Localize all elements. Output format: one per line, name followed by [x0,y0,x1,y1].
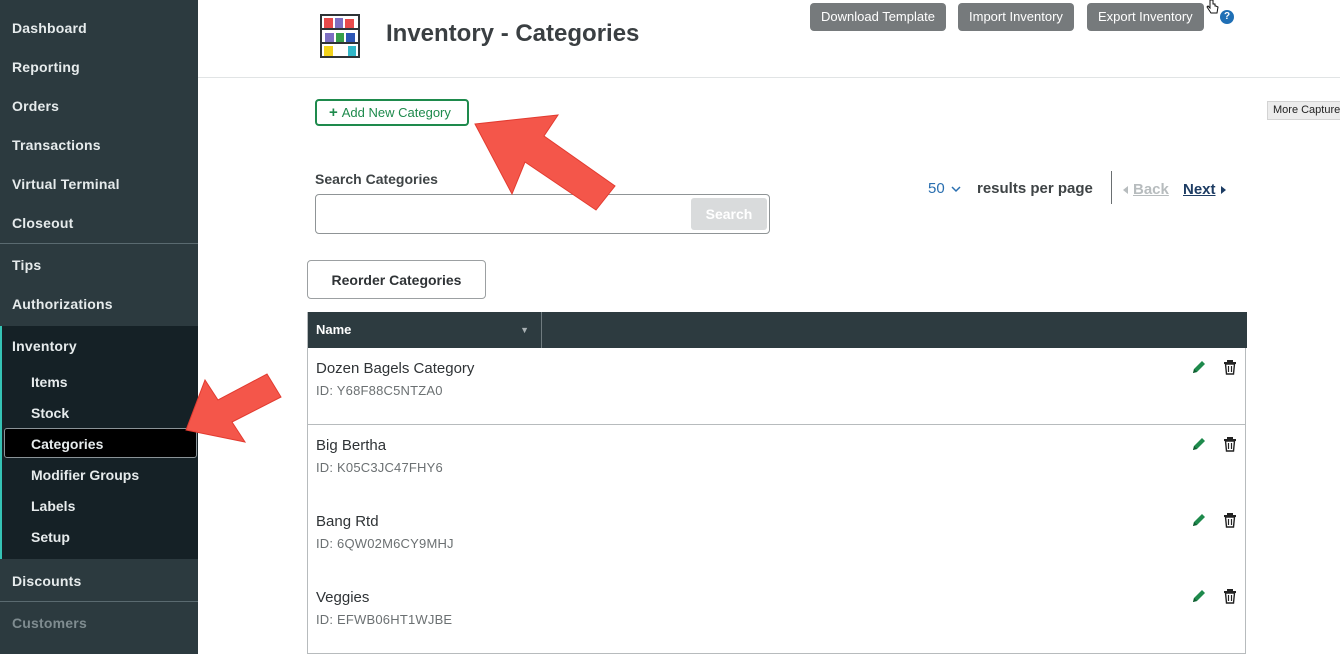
annotation-arrow-icon [474,114,616,211]
sidebar-subitem-modifier-groups[interactable]: Modifier Groups [31,467,139,483]
results-per-page-select[interactable]: 50 [928,180,961,197]
category-id: ID: 6QW02M6CY9MHJ [316,536,454,551]
sort-caret-icon: ▼ [520,325,529,335]
chevron-down-icon [951,186,961,193]
hand-cursor-icon [1206,0,1219,14]
download-template-button[interactable]: Download Template [810,3,946,31]
table-row[interactable]: Big Bertha ID: K05C3JC47FHY6 [308,425,1245,502]
category-id: ID: Y68F88C5NTZA0 [316,383,443,398]
category-name: Dozen Bagels Category [316,360,475,377]
search-label: Search Categories [315,171,438,187]
sidebar-subitem-setup[interactable]: Setup [31,529,70,545]
next-label: Next [1183,181,1216,198]
table-row[interactable]: Dozen Bagels Category ID: Y68F88C5NTZA0 [308,348,1245,425]
reorder-categories-button[interactable]: Reorder Categories [307,260,486,299]
sidebar-item-customers[interactable]: Customers [12,615,87,631]
add-new-category-button[interactable]: + Add New Category [315,99,469,126]
sidebar-divider [0,243,198,244]
table-header: Name ▼ [308,312,1247,348]
page-title: Inventory - Categories [386,20,640,47]
trash-icon[interactable] [1222,512,1238,528]
pencil-icon[interactable] [1191,588,1207,604]
pager-divider [1111,171,1112,204]
sidebar-subitem-categories[interactable]: Categories [31,436,103,452]
trash-icon[interactable] [1222,588,1238,604]
sidebar-item-discounts[interactable]: Discounts [12,573,81,589]
trash-icon[interactable] [1222,359,1238,375]
category-id: ID: K05C3JC47FHY6 [316,460,443,475]
trash-icon[interactable] [1222,436,1238,452]
sidebar-item-inventory[interactable]: Inventory [12,338,77,354]
sidebar-item-virtual-terminal[interactable]: Virtual Terminal [12,176,120,192]
sidebar-item-orders[interactable]: Orders [12,98,59,114]
add-new-category-label: Add New Category [341,105,451,120]
table-row[interactable]: Bang Rtd ID: 6QW02M6CY9MHJ [308,501,1245,578]
sidebar: Dashboard Reporting Orders Transactions … [0,0,198,654]
column-header-name-label: Name [316,322,352,337]
pencil-icon[interactable] [1191,512,1207,528]
sidebar-item-dashboard[interactable]: Dashboard [12,20,87,36]
pencil-icon[interactable] [1191,436,1207,452]
table-row[interactable]: Veggies ID: EFWB06HT1WJBE [308,577,1245,654]
next-link[interactable]: Next [1183,181,1227,198]
inventory-shelf-icon [320,14,360,58]
caret-left-icon [1123,186,1128,194]
sidebar-divider [0,601,198,602]
help-icon[interactable]: ? [1220,10,1234,24]
category-name: Veggies [316,589,370,606]
results-per-page-label: results per page [977,180,1093,197]
category-name: Bang Rtd [316,513,379,530]
sidebar-subitem-items[interactable]: Items [31,374,68,390]
search-button[interactable]: Search [691,198,767,230]
export-inventory-button[interactable]: Export Inventory [1087,3,1204,31]
sidebar-item-tips[interactable]: Tips [12,257,41,273]
category-name: Big Bertha [316,437,387,454]
import-inventory-button[interactable]: Import Inventory [958,3,1074,31]
pencil-icon[interactable] [1191,359,1207,375]
column-header-name[interactable]: Name ▼ [308,312,542,348]
results-per-page-value: 50 [928,180,945,197]
plus-icon: + [329,104,338,121]
sidebar-item-closeout[interactable]: Closeout [12,215,74,231]
annotation-arrow-icon [185,373,282,443]
sidebar-item-transactions[interactable]: Transactions [12,137,101,153]
categories-table: Name ▼ Dozen Bagels Category ID: Y68F88C… [307,312,1247,654]
back-label: Back [1133,181,1169,198]
sidebar-item-reporting[interactable]: Reporting [12,59,80,75]
caret-right-icon [1220,186,1226,194]
sidebar-subitem-labels[interactable]: Labels [31,498,75,514]
more-capture-tooltip: More Capture [1267,101,1340,120]
sidebar-subitem-stock[interactable]: Stock [31,405,69,421]
sidebar-item-authorizations[interactable]: Authorizations [12,296,113,312]
back-link[interactable]: Back [1123,181,1169,198]
category-id: ID: EFWB06HT1WJBE [316,612,453,627]
